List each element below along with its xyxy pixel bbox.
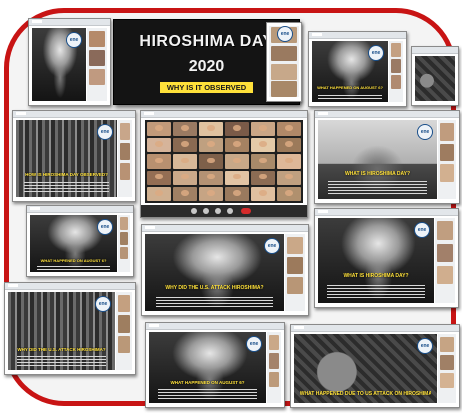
video-gallery-window	[140, 110, 308, 218]
slide-caption: WHAT HAPPENED DUE TO US ATTACK ON HIROSH…	[299, 391, 432, 397]
channel-logo: ene	[414, 222, 430, 238]
slide-caption: WHY DID THE U.S. ATTACK HIROSHIMA?	[165, 285, 264, 291]
screenshot-window-11: ene WHAT HAPPENED ON AUGUST 6?	[145, 322, 285, 408]
slide-caption: HOW IS HIROSHIMA DAY OBSERVED?	[25, 172, 108, 177]
channel-logo: ene	[417, 338, 433, 354]
participant-strip	[116, 292, 132, 370]
slide-image: ene WHY DID THE U.S. ATTACK HIROSHIMA?	[145, 234, 284, 311]
slide-image: ene WHY DID THE U.S. ATTACK HIROSHIMA?	[8, 292, 115, 370]
participant-strip	[118, 215, 130, 272]
slide-image: ene HOW IS HIROSHIMA DAY OBSERVED?	[16, 120, 117, 197]
channel-logo: ene	[95, 296, 111, 312]
screenshot-window-9: ene WHAT IS HIROSHIMA DAY?	[314, 208, 459, 308]
screenshot-window-12: ene WHAT HAPPENED DUE TO US ATTACK ON HI…	[290, 324, 460, 408]
participant-strip	[285, 234, 305, 311]
browser-toolbar	[309, 32, 406, 39]
channel-logo: ene	[277, 26, 293, 42]
slide-image	[415, 56, 455, 101]
participant-grid	[145, 120, 303, 203]
slide-caption: WHAT HAPPENED ON AUGUST 6?	[40, 258, 107, 263]
slide-image: ene WHAT IS HIROSHIMA DAY?	[318, 120, 437, 199]
screenshot-window-2-video: ene	[266, 22, 302, 102]
screenshot-window-5: ene HOW IS HIROSHIMA DAY OBSERVED?	[12, 110, 136, 202]
chat-icon[interactable]	[227, 208, 233, 214]
slide-image: ene WHAT IS HIROSHIMA DAY?	[318, 218, 434, 303]
participant-strip	[118, 120, 132, 197]
participant-strip	[389, 41, 403, 102]
slide-image: ene WHAT HAPPENED ON AUGUST 6?	[149, 332, 266, 403]
slide-image: ene WHAT HAPPENED ON AUGUST 6?	[312, 41, 388, 102]
participant-strip	[435, 218, 455, 303]
participant-strip	[87, 28, 107, 101]
mic-icon[interactable]	[191, 208, 197, 214]
screenshot-window-6: ene WHAT IS HIROSHIMA DAY?	[314, 110, 460, 204]
participant-strip	[438, 334, 456, 403]
participant-strip	[267, 332, 281, 403]
browser-toolbar	[412, 47, 458, 54]
browser-toolbar	[27, 206, 133, 213]
browser-toolbar	[146, 323, 284, 330]
slide-caption: WHY DID THE U.S. ATTACK HIROSHIMA?	[17, 347, 106, 352]
end-call-icon[interactable]	[241, 208, 251, 214]
channel-logo: ene	[417, 124, 433, 140]
channel-logo: ene	[246, 336, 262, 352]
browser-toolbar	[315, 209, 458, 216]
share-icon[interactable]	[215, 208, 221, 214]
channel-logo: ene	[264, 238, 280, 254]
screenshot-window-7: ene WHAT HAPPENED ON AUGUST 6?	[26, 205, 134, 277]
browser-toolbar	[13, 111, 135, 118]
browser-toolbar	[29, 19, 110, 26]
slide-caption: WHAT HAPPENED ON AUGUST 6?	[170, 380, 245, 385]
slide-image: ene	[32, 28, 86, 101]
screenshot-window-8: ene WHY DID THE U.S. ATTACK HIROSHIMA?	[141, 224, 309, 316]
channel-logo: ene	[368, 45, 384, 61]
camera-icon[interactable]	[203, 208, 209, 214]
screenshot-window-4	[411, 46, 459, 106]
slide-caption: WHAT IS HIROSHIMA DAY?	[344, 171, 411, 177]
channel-logo: ene	[66, 32, 82, 48]
hero-subtitle: WHY IS IT OBSERVED	[160, 82, 253, 93]
slide-image: ene WHAT HAPPENED DUE TO US ATTACK ON HI…	[294, 334, 437, 403]
screenshot-window-3: ene WHAT HAPPENED ON AUGUST 6?	[308, 31, 407, 107]
meeting-controls	[141, 205, 307, 217]
slide-caption: WHAT HAPPENED ON AUGUST 6?	[317, 85, 383, 90]
screenshot-window-1: ene	[28, 18, 111, 106]
collage: ene HIROSHIMA DAY 2020 WHY IS IT OBSERVE…	[0, 0, 462, 413]
participant-strip	[438, 120, 456, 199]
channel-logo: ene	[97, 219, 113, 235]
browser-toolbar	[5, 283, 135, 290]
browser-toolbar	[315, 111, 459, 118]
slide-image: ene WHAT HAPPENED ON AUGUST 6?	[30, 215, 117, 272]
channel-logo: ene	[97, 124, 113, 140]
slide-caption: WHAT IS HIROSHIMA DAY?	[343, 273, 409, 279]
browser-toolbar	[142, 225, 308, 232]
browser-toolbar	[141, 111, 307, 118]
screenshot-window-10: ene WHY DID THE U.S. ATTACK HIROSHIMA?	[4, 282, 136, 375]
browser-toolbar	[291, 325, 459, 332]
